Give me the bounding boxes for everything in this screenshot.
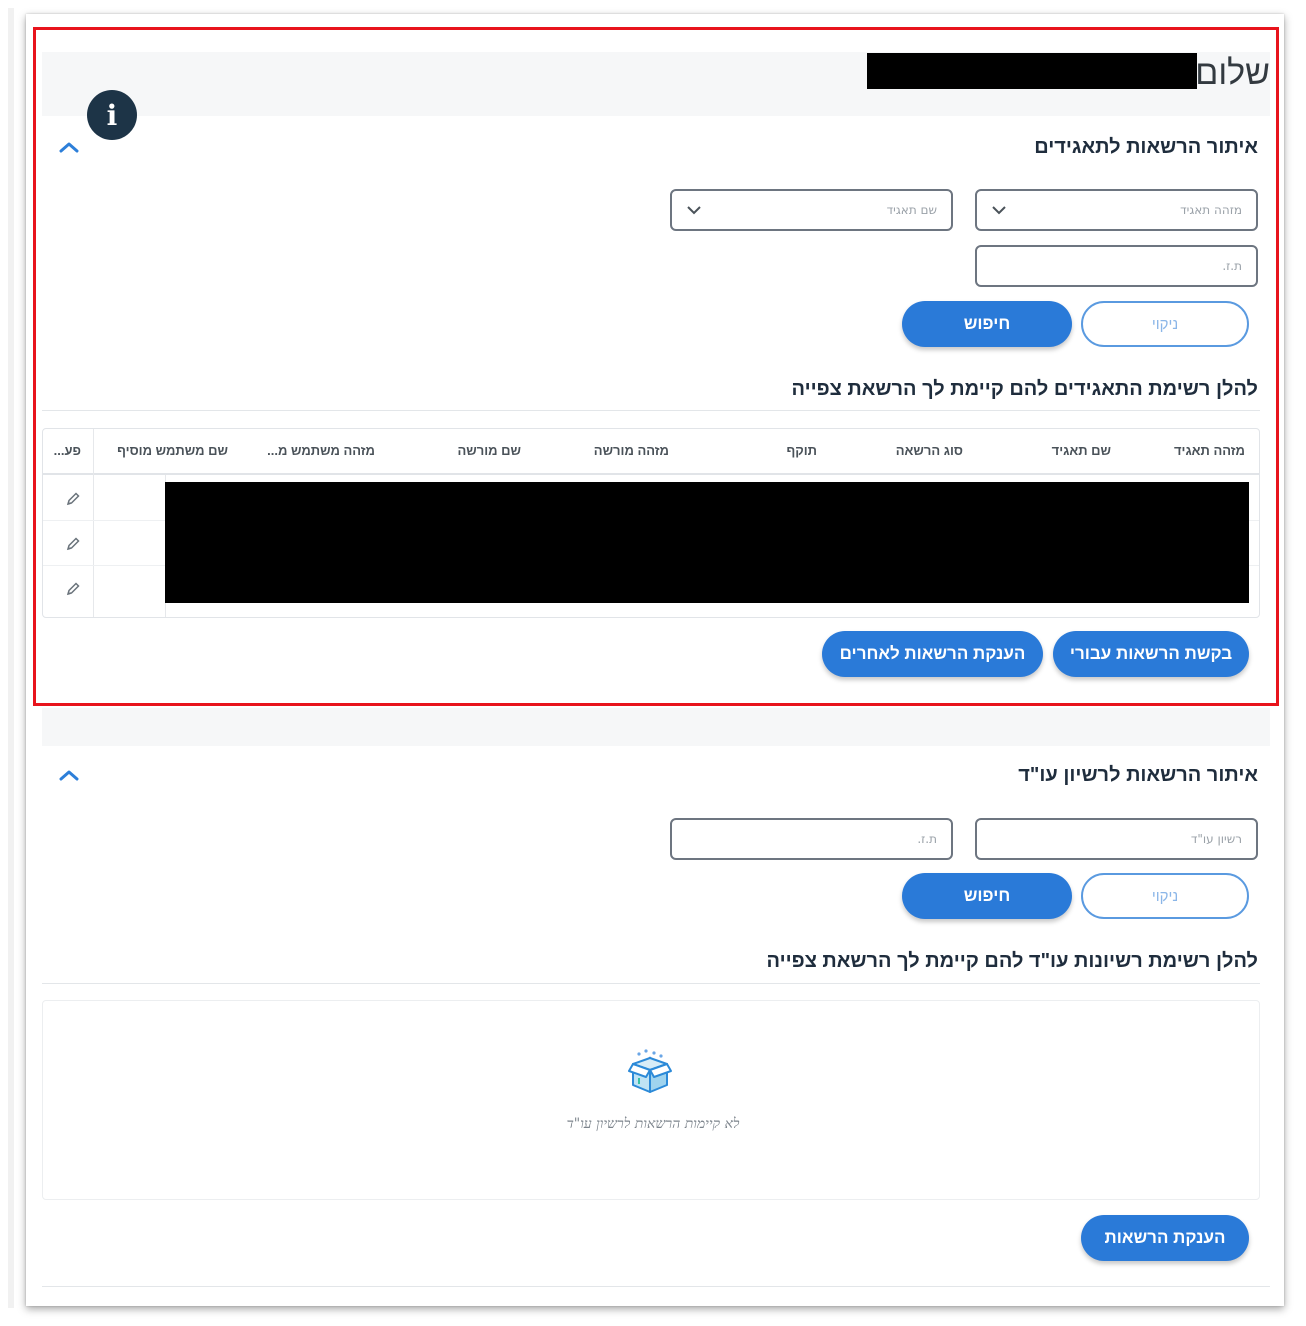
lawyer-license-input[interactable] <box>991 832 1242 846</box>
column-header[interactable]: פע... <box>54 443 81 458</box>
column-header[interactable]: שם תאגיד <box>1052 443 1111 458</box>
page-edge <box>8 8 14 1308</box>
table-header: מזהה תאגיד שם תאגיד סוג הרשאה תוקף מזהה … <box>43 429 1259 475</box>
grant-permissions-to-others-button[interactable]: הענקת הרשאות לאחרים <box>822 631 1043 677</box>
clear-button[interactable]: ניקוי <box>1081 301 1249 347</box>
section2-header-band <box>42 708 1270 746</box>
column-header[interactable]: מזהה משתמש מ... <box>267 443 375 458</box>
empty-state-text: לא קיימות הרשאות לרשיון עו"ד <box>566 1116 740 1132</box>
id-field[interactable] <box>975 245 1258 287</box>
column-header[interactable]: שם מורשה <box>457 443 521 458</box>
section2-id-input[interactable] <box>686 832 937 846</box>
section2-id-field[interactable] <box>670 818 953 860</box>
edit-pencil-icon[interactable] <box>51 521 95 566</box>
column-header[interactable]: מזהה מורשה <box>594 443 669 458</box>
empty-box-icon <box>628 1049 672 1093</box>
corp-id-dropdown[interactable]: מזהה תאגיד <box>975 189 1258 231</box>
column-header[interactable]: תוקף <box>786 443 817 458</box>
divider <box>42 410 1260 411</box>
chevron-down-icon <box>687 206 701 215</box>
empty-state-panel <box>42 1000 1260 1200</box>
divider <box>42 983 1260 984</box>
lawyer-license-field[interactable] <box>975 818 1258 860</box>
column-header[interactable]: שם משתמש מוסיף <box>117 443 228 458</box>
column-header[interactable]: סוג הרשאה <box>896 443 963 458</box>
request-permissions-button[interactable]: בקשת הרשאות עבורי <box>1053 631 1249 677</box>
corporations-list-title: להלן רשימת התאגידים להם קיימת לך הרשאת צ… <box>791 378 1258 400</box>
redacted-user-name <box>867 53 1197 89</box>
edit-pencil-icon[interactable] <box>51 476 95 521</box>
info-icon[interactable]: i <box>87 90 137 140</box>
column-header[interactable]: מזהה תאגיד <box>1174 443 1245 458</box>
redacted-table-rows <box>165 482 1249 603</box>
licenses-list-title: להלן רשימת רשיונות עו"ד להם קיימת לך הרש… <box>766 950 1258 972</box>
collapse-section2-chevron-up-icon[interactable] <box>58 768 80 782</box>
section1-title: איתור הרשאות לתאגידים <box>1034 136 1258 158</box>
search-button[interactable]: חיפוש <box>902 301 1072 347</box>
grant-permissions-button[interactable]: הענקת הרשאות <box>1081 1215 1249 1261</box>
section2-title: איתור הרשאות לרשיון עו"ד <box>1018 764 1258 786</box>
greeting-text: שלום <box>1195 54 1270 92</box>
corp-name-dropdown[interactable]: שם תאגיד <box>670 189 953 231</box>
bottom-divider <box>42 1286 1270 1287</box>
corp-name-placeholder: שם תאגיד <box>886 203 937 217</box>
section2-clear-button[interactable]: ניקוי <box>1081 873 1249 919</box>
chevron-down-icon <box>992 206 1006 215</box>
section2-search-button[interactable]: חיפוש <box>902 873 1072 919</box>
collapse-section1-chevron-up-icon[interactable] <box>58 140 80 154</box>
id-input[interactable] <box>991 259 1242 273</box>
edit-pencil-icon[interactable] <box>51 566 95 611</box>
corp-id-placeholder: מזהה תאגיד <box>1180 203 1242 217</box>
